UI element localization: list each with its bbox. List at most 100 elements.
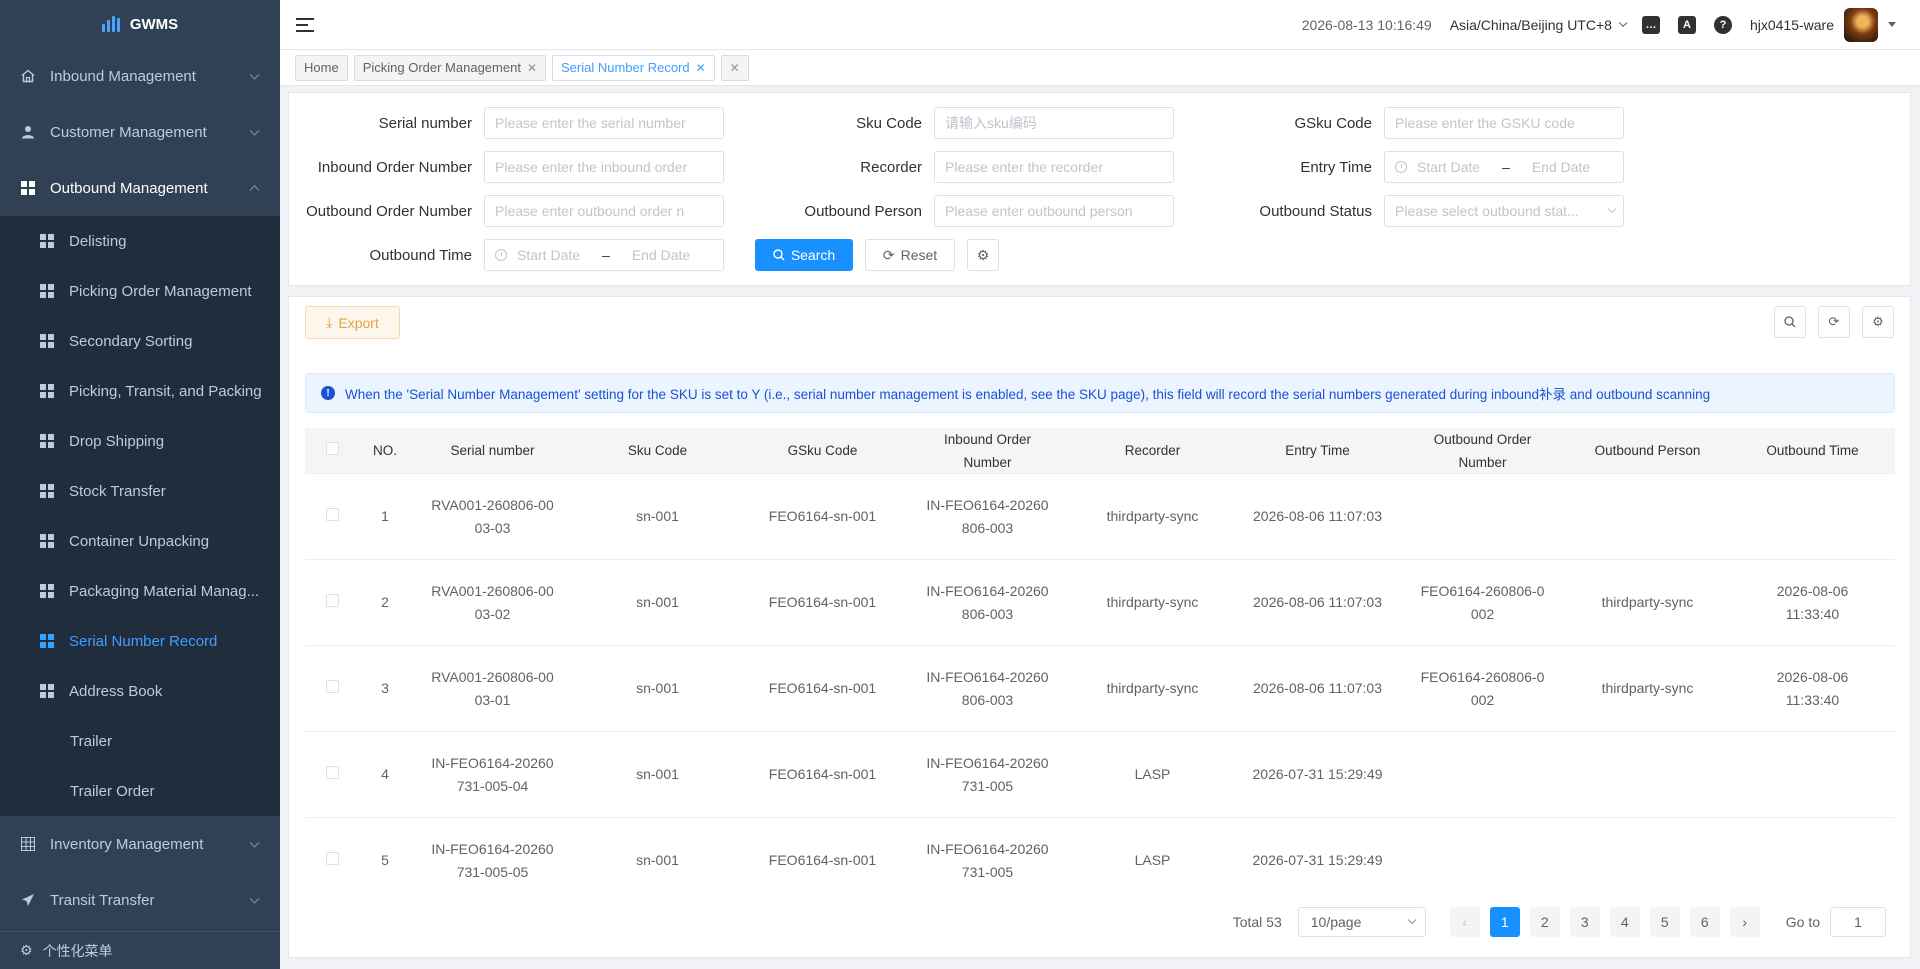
outbound-time-range[interactable]: Start Date – End Date (484, 239, 724, 271)
serial-number-input[interactable]: Please enter the serial number (484, 107, 724, 139)
column-settings-button[interactable]: ⚙ (1862, 306, 1894, 338)
sidebar-item-label: Container Unpacking (69, 532, 210, 550)
row-checkbox[interactable] (326, 594, 339, 607)
entry-time-range[interactable]: Start Date – End Date (1384, 151, 1624, 183)
prev-page-button[interactable]: ‹ (1449, 907, 1480, 937)
goto-page: Go to 1 (1786, 907, 1886, 937)
menu-customer-management[interactable]: Customer Management (0, 104, 280, 160)
personalized-menu-button[interactable]: ⚙ 个性化菜单 (0, 931, 280, 969)
menu-inventory-management[interactable]: Inventory Management (0, 816, 280, 872)
sidebar-item-label: Address Book (69, 682, 163, 700)
search-icon (773, 249, 785, 261)
sidebar-item-stock-transfer[interactable]: Stock Transfer (0, 466, 280, 516)
table-panel: ⤓ Export ⟳ ⚙ ! When the 'Serial Number M… (288, 296, 1911, 958)
goto-page-input[interactable]: 1 (1830, 907, 1886, 937)
tag-serial-number-record[interactable]: Serial Number Record ✕ (552, 54, 715, 81)
page-size-select[interactable]: 10/page (1297, 907, 1426, 937)
reset-button[interactable]: ⟳ Reset (865, 239, 955, 271)
close-icon[interactable]: ✕ (527, 61, 537, 75)
clock-icon (495, 249, 507, 261)
outbound-status-select[interactable]: Please select outbound stat... (1384, 195, 1624, 227)
cell-gsku-code: FEO6164-sn-001 (768, 852, 877, 868)
sidebar-item-picking-transit-packing[interactable]: Picking, Transit, and Packing (0, 366, 280, 416)
page-button[interactable]: 4 (1609, 907, 1640, 937)
tag-picking-order-management[interactable]: Picking Order Management ✕ (353, 54, 546, 81)
refresh-button[interactable]: ⟳ (1818, 306, 1850, 338)
table-header: NO. Serial number Sku Code GSku Code Inb… (305, 428, 1895, 474)
sidebar-item-address-book[interactable]: Address Book (0, 666, 280, 716)
table-icon (20, 836, 36, 852)
end-date: End Date (1531, 159, 1591, 175)
row-checkbox[interactable] (326, 680, 339, 693)
sidebar-item-drop-shipping[interactable]: Drop Shipping (0, 416, 280, 466)
recorder-input[interactable]: Please enter the recorder (934, 151, 1174, 183)
cell-inbound-order: IN-FEO6164-20260806-003 (926, 668, 1049, 708)
cell-inbound-order: IN-FEO6164-20260806-003 (926, 582, 1049, 622)
row-checkbox[interactable] (326, 766, 339, 779)
sidebar-item-packaging-material[interactable]: Packaging Material Manag... (0, 566, 280, 616)
close-all-tags-button[interactable]: ✕ (720, 54, 749, 81)
cell-recorder: thirdparty-sync (1106, 594, 1199, 610)
close-icon[interactable]: ✕ (696, 61, 706, 75)
search-button[interactable]: Search (755, 239, 853, 271)
export-button[interactable]: ⤓ Export (305, 306, 400, 339)
col-sku-code: Sku Code (627, 443, 688, 458)
grid-icon (40, 584, 54, 598)
timezone-selector[interactable]: Asia/China/Beijing UTC+8 (1450, 17, 1628, 33)
cell-no: 5 (381, 852, 389, 868)
cell-serial-number: RVA001-260806-0003-02 (431, 582, 554, 622)
menu-outbound-management[interactable]: Outbound Management (0, 160, 280, 216)
inbound-order-input[interactable]: Please enter the inbound order (484, 151, 724, 183)
tag-home[interactable]: Home (295, 54, 348, 81)
page-button[interactable]: 6 (1689, 907, 1720, 937)
row-checkbox[interactable] (326, 508, 339, 521)
page-button[interactable]: 1 (1489, 907, 1520, 937)
sku-code-input[interactable]: 请输入sku编码 (934, 107, 1174, 139)
app-logo[interactable]: GWMS (0, 0, 280, 48)
hamburger-menu-icon[interactable] (296, 17, 314, 32)
sidebar-item-serial-number-record[interactable]: Serial Number Record (0, 616, 280, 666)
serial-number-label: Serial number (378, 114, 472, 132)
sidebar-item-delisting[interactable]: Delisting (0, 216, 280, 266)
cell-no: 4 (381, 766, 389, 782)
col-recorder: Recorder (1124, 443, 1181, 458)
outbound-person-input[interactable]: Please enter outbound person (934, 195, 1174, 227)
sidebar-item-label: Picking Order Management (69, 282, 252, 300)
next-page-button[interactable]: › (1729, 907, 1760, 937)
cell-recorder: LASP (1134, 852, 1171, 868)
menu-transit-transfer[interactable]: Transit Transfer (0, 872, 280, 928)
grid-icon (20, 180, 36, 196)
select-all-checkbox[interactable] (326, 442, 339, 455)
sidebar-item-trailer[interactable]: Trailer (0, 716, 280, 766)
gsku-code-input[interactable]: Please enter the GSKU code (1384, 107, 1624, 139)
chevron-down-icon (1407, 915, 1417, 925)
sidebar-item-container-unpacking[interactable]: Container Unpacking (0, 516, 280, 566)
col-outbound-person: Outbound Person (1594, 443, 1701, 458)
sidebar-item-label: Stock Transfer (69, 482, 166, 500)
page-button[interactable]: 5 (1649, 907, 1680, 937)
search-settings-button[interactable]: ⚙ (967, 239, 999, 271)
cell-inbound-order: IN-FEO6164-20260731-005 (926, 840, 1049, 880)
row-checkbox[interactable] (326, 852, 339, 865)
translate-icon[interactable]: A (1677, 15, 1696, 34)
outbound-time-label: Outbound Time (369, 246, 472, 264)
toggle-search-button[interactable] (1774, 306, 1806, 338)
grid-icon (40, 634, 54, 648)
gsku-code-label: GSku Code (1294, 114, 1372, 132)
help-icon[interactable]: ? (1713, 15, 1732, 34)
chevron-down-icon (1607, 204, 1617, 214)
sidebar-item-secondary-sorting[interactable]: Secondary Sorting (0, 316, 280, 366)
user-menu[interactable]: hjx0415-ware (1750, 7, 1896, 42)
menu-label: Customer Management (50, 123, 207, 141)
page-button[interactable]: 3 (1569, 907, 1600, 937)
info-icon: ! (321, 386, 335, 400)
download-icon: ⤓ (326, 314, 333, 330)
cell-inbound-order: IN-FEO6164-20260806-003 (926, 496, 1049, 536)
sidebar-item-picking-order-management[interactable]: Picking Order Management (0, 266, 280, 316)
gear-icon: ⚙ (1872, 314, 1884, 329)
sidebar-item-trailer-order[interactable]: Trailer Order (0, 766, 280, 816)
menu-inbound-management[interactable]: Inbound Management (0, 48, 280, 104)
page-button[interactable]: 2 (1529, 907, 1560, 937)
message-icon[interactable]: … (1641, 15, 1660, 34)
outbound-order-input[interactable]: Please enter outbound order n (484, 195, 724, 227)
